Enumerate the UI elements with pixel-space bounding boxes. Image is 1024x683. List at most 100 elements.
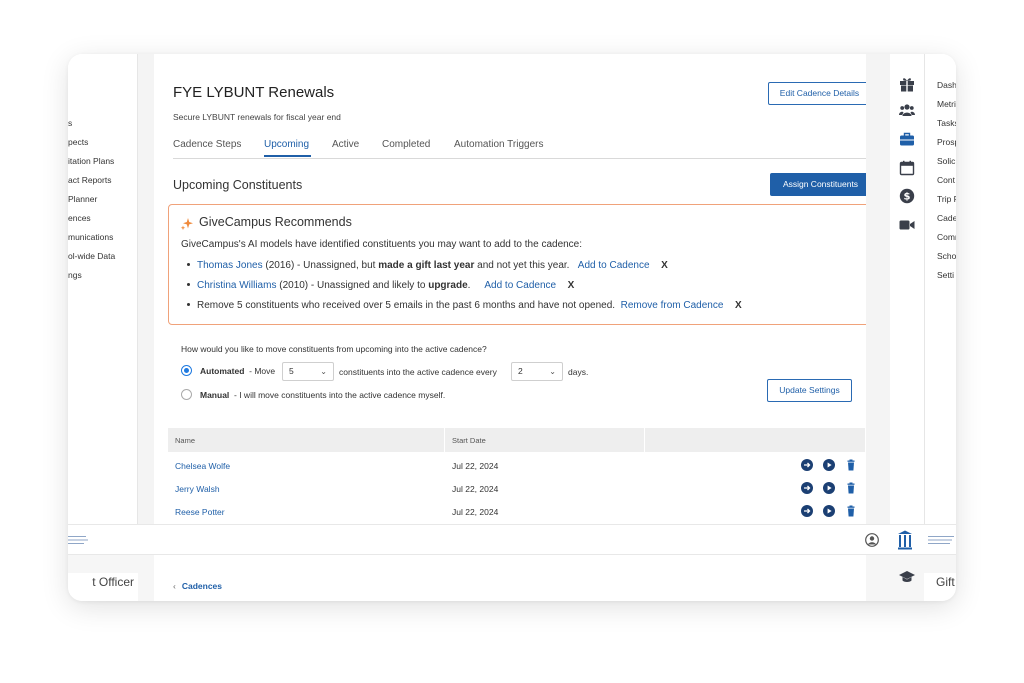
sidebar-item[interactable]: ngs (68, 270, 82, 280)
chevron-down-icon: ⌄ (549, 367, 556, 376)
start-date: Jul 22, 2024 (452, 461, 499, 471)
right-sidebar-item[interactable]: Setti (937, 270, 954, 280)
start-date: Jul 22, 2024 (452, 484, 499, 494)
recommendation-item: Remove 5 constituents who received over … (181, 300, 742, 311)
app-window: s pects itation Plans act Reports Planne… (68, 54, 956, 601)
sidebar-item[interactable]: itation Plans (68, 156, 114, 166)
right-sidebar-item[interactable]: Comr (937, 232, 956, 242)
lower-main: ‹ Cadences (154, 555, 866, 601)
recommendations-intro: GiveCampus's AI models have identified c… (181, 239, 583, 250)
add-to-cadence-link[interactable]: Add to Cadence (484, 280, 556, 291)
sidebar-item[interactable]: pects (68, 137, 88, 147)
days-select[interactable]: 2 ⌄ (511, 362, 563, 381)
dollar-icon[interactable]: $ (899, 188, 915, 204)
column-header-start-date[interactable]: Start Date (452, 436, 486, 445)
play-icon[interactable] (823, 459, 835, 471)
right-sidebar-item[interactable]: Cade (937, 213, 956, 223)
assign-constituents-button[interactable]: Assign Constituents (770, 173, 871, 196)
constituent-link[interactable]: Christina Williams (197, 280, 276, 291)
right-gutter (866, 54, 890, 524)
main-content: FYE LYBUNT Renewals Secure LYBUNT renewa… (154, 54, 873, 524)
video-icon[interactable] (899, 217, 915, 233)
chevron-left-icon: ‹ (173, 581, 176, 591)
sidebar-item[interactable]: ences (68, 213, 91, 223)
move-settings-panel: How would you like to move constituents … (168, 335, 865, 416)
manual-option: Manual - I will move constituents into t… (200, 390, 446, 400)
sparkle-icon (180, 218, 193, 231)
right-sidebar-item[interactable]: Metri (937, 99, 956, 109)
right-sidebar-item[interactable]: Dash (937, 80, 956, 90)
remove-from-cadence-link[interactable]: Remove from Cadence (621, 300, 724, 311)
right-sidebar-item[interactable]: Solic (937, 156, 955, 166)
right-sidebar-item[interactable]: Prosp (937, 137, 956, 147)
edit-cadence-details-button[interactable]: Edit Cadence Details (768, 82, 871, 105)
trash-icon[interactable] (845, 459, 857, 471)
automated-radio[interactable] (181, 365, 192, 376)
lower-window: t Officer ‹ Cadences Gift (68, 555, 956, 601)
left-sidebar: s pects itation Plans act Reports Planne… (68, 54, 138, 524)
recommendations-title: GiveCampus Recommends (199, 215, 352, 229)
school-logo (68, 536, 88, 544)
move-arrow-icon[interactable] (801, 505, 813, 517)
right-sidebar-item[interactable]: Cont (937, 175, 955, 185)
constituent-name-link[interactable]: Chelsea Wolfe (175, 461, 230, 471)
tab-cadence-steps[interactable]: Cadence Steps (173, 139, 241, 150)
column-header-name[interactable]: Name (175, 436, 195, 445)
days-suffix: days. (568, 367, 589, 377)
calendar-icon[interactable] (899, 160, 915, 176)
table-row: Reese Potter Jul 22, 2024 (168, 500, 865, 523)
play-icon[interactable] (823, 505, 835, 517)
graduation-cap-icon[interactable] (899, 570, 915, 584)
right-sidebar: Dash Metri Tasks Prosp Solic Cont Trip F… (924, 54, 956, 524)
sidebar-item[interactable]: ol-wide Data (68, 251, 115, 261)
people-icon[interactable] (899, 102, 915, 118)
dismiss-button[interactable]: X (735, 300, 742, 311)
table-row: Jerry Walsh Jul 22, 2024 (168, 477, 865, 500)
constituent-name-link[interactable]: Reese Potter (175, 507, 225, 517)
page-subtitle: Secure LYBUNT renewals for fiscal year e… (173, 112, 341, 122)
right-sidebar-item[interactable]: Scho (937, 251, 956, 261)
add-to-cadence-link[interactable]: Add to Cadence (578, 260, 650, 271)
constituent-name-link[interactable]: Jerry Walsh (175, 484, 220, 494)
user-avatar-icon[interactable] (865, 533, 879, 547)
trash-icon[interactable] (845, 505, 857, 517)
manual-radio[interactable] (181, 389, 192, 400)
chevron-down-icon: ⌄ (320, 367, 327, 376)
sidebar-item[interactable]: act Reports (68, 175, 111, 185)
dismiss-button[interactable]: X (568, 280, 575, 291)
institution-pillar-icon (898, 530, 912, 550)
lower-left-title: t Officer (68, 573, 138, 601)
briefcase-icon[interactable] (899, 131, 915, 147)
move-arrow-icon[interactable] (801, 482, 813, 494)
tab-completed[interactable]: Completed (382, 139, 430, 150)
school-wordmark-logo (928, 536, 954, 544)
tab-upcoming[interactable]: Upcoming (264, 139, 309, 150)
sidebar-item[interactable]: munications (68, 232, 113, 242)
constituent-link[interactable]: Thomas Jones (197, 260, 263, 271)
tab-bar: Cadence Steps Upcoming Active Completed … (173, 134, 871, 159)
play-icon[interactable] (823, 482, 835, 494)
svg-text:$: $ (904, 192, 911, 203)
trash-icon[interactable] (845, 482, 857, 494)
lower-right-title: Gift (924, 573, 956, 601)
gift-icon[interactable] (899, 76, 915, 92)
recommendation-item: Christina Williams (2010) - Unassigned a… (181, 280, 574, 291)
update-settings-button[interactable]: Update Settings (767, 379, 852, 402)
icon-rail: $ (890, 54, 924, 524)
sidebar-item[interactable]: Planner (68, 194, 97, 204)
move-arrow-icon[interactable] (801, 459, 813, 471)
count-select[interactable]: 5 ⌄ (282, 362, 334, 381)
breadcrumb[interactable]: ‹ Cadences (173, 581, 222, 591)
tab-active[interactable]: Active (332, 139, 359, 150)
dismiss-button[interactable]: X (661, 260, 668, 271)
right-sidebar-item[interactable]: Trip F (937, 194, 956, 204)
sidebar-item[interactable]: s (68, 118, 72, 128)
section-title: Upcoming Constituents (173, 178, 303, 192)
left-gutter (138, 54, 154, 524)
table-header: Name Start Date (168, 428, 865, 452)
automated-option-text: constituents into the active cadence eve… (339, 367, 497, 377)
right-sidebar-item[interactable]: Tasks (937, 118, 956, 128)
tab-automation-triggers[interactable]: Automation Triggers (454, 139, 544, 150)
active-tab-indicator (264, 155, 311, 157)
bottom-bar (68, 524, 956, 555)
